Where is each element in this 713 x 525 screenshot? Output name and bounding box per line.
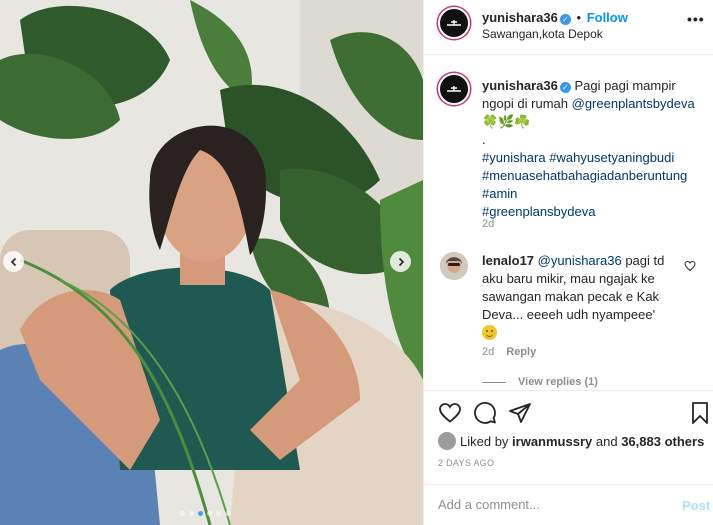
- bookmark-icon: [692, 402, 708, 424]
- caption-mention[interactable]: @greenplantsbydeva: [572, 96, 695, 111]
- author-username[interactable]: yunishara36: [482, 10, 558, 25]
- post-actions: Liked by irwanmussry and 36,883 others 2…: [424, 390, 713, 498]
- likes-prefix: Liked by: [460, 434, 509, 449]
- author-avatar[interactable]: [438, 7, 470, 39]
- heart-icon: [439, 403, 461, 423]
- avatar-logo-icon: [447, 86, 461, 92]
- verified-badge-icon: ✓: [559, 14, 571, 25]
- hashtag[interactable]: #yunishara: [482, 150, 546, 165]
- header-author-line: yunishara36 ✓ • Follow: [482, 10, 628, 25]
- comment-button[interactable]: [473, 401, 497, 425]
- reply-button[interactable]: Reply: [506, 346, 536, 358]
- more-options-button[interactable]: •••: [687, 11, 705, 27]
- heart-outline-icon: [684, 260, 696, 272]
- liker-avatar[interactable]: [438, 432, 456, 450]
- carousel-indicator: [180, 511, 230, 516]
- caption-username[interactable]: yunishara36: [482, 78, 558, 93]
- chevron-left-icon: [10, 257, 16, 266]
- caption-separator: .: [482, 132, 486, 147]
- carousel-prev-button[interactable]: [3, 251, 24, 272]
- comment-meta: 2d Reply: [482, 346, 536, 358]
- caption-author-avatar[interactable]: [438, 73, 470, 105]
- carousel-dot: [216, 511, 221, 516]
- post-details-panel: yunishara36 ✓ • Follow Sawangan,kota Depo…: [423, 0, 713, 525]
- likes-summary: Liked by irwanmussry and 36,883 others: [438, 432, 704, 450]
- carousel-dot: [180, 511, 185, 516]
- like-button[interactable]: [438, 401, 462, 425]
- caption-time[interactable]: 2d: [482, 218, 494, 230]
- hashtag[interactable]: #greenplansbydeva: [482, 204, 595, 219]
- chevron-right-icon: [398, 257, 404, 266]
- share-button[interactable]: [508, 401, 532, 425]
- view-replies-button[interactable]: View replies (1): [482, 376, 598, 388]
- separator-dot: •: [576, 10, 582, 25]
- hashtag[interactable]: #menuasehatbahagiadanberuntung: [482, 168, 687, 183]
- comment-time[interactable]: 2d: [482, 346, 494, 358]
- like-comment-button[interactable]: [684, 259, 696, 277]
- follow-button[interactable]: Follow: [587, 10, 628, 25]
- paper-plane-icon: [509, 403, 531, 423]
- avatar-logo-icon: [447, 20, 461, 26]
- photo-illustration: [0, 0, 423, 525]
- verified-badge-icon: ✓: [559, 82, 571, 93]
- avatar-photo-icon: [440, 252, 468, 280]
- add-comment-bar: Post: [424, 484, 713, 525]
- save-button[interactable]: [688, 401, 712, 425]
- liker-username[interactable]: irwanmussry: [512, 434, 592, 449]
- likes-count[interactable]: 36,883 others: [621, 434, 704, 449]
- comment-text: lenalo17 @yunishara36 pagi td aku baru m…: [482, 252, 682, 342]
- comment-mention[interactable]: @yunishara36: [538, 253, 622, 268]
- carousel-dot: [198, 511, 203, 516]
- post-location[interactable]: Sawangan,kota Depok: [482, 27, 603, 41]
- smiley-emoji-icon: [482, 325, 497, 340]
- likes-conjunction: and: [595, 434, 618, 449]
- caption-text: yunishara36 ✓ Pagi pagi mampir ngopi di r…: [482, 77, 707, 221]
- comments-section: yunishara36 ✓ Pagi pagi mampir ngopi di r…: [424, 56, 713, 390]
- carousel-dot: [225, 511, 230, 516]
- comment-bubble-icon: [474, 402, 496, 424]
- commenter-username[interactable]: lenalo17: [482, 253, 534, 268]
- hashtag[interactable]: #amin: [482, 186, 517, 201]
- carousel-dot: [189, 511, 194, 516]
- carousel-dot: [207, 511, 212, 516]
- post-comment-button[interactable]: Post: [682, 498, 710, 513]
- carousel-next-button[interactable]: [390, 251, 411, 272]
- commenter-avatar[interactable]: [440, 252, 468, 280]
- caption-emojis: 🍀🌿☘️: [482, 114, 531, 129]
- post-date[interactable]: 2 DAYS AGO: [438, 458, 494, 468]
- post-photo[interactable]: [0, 0, 423, 525]
- post-header: yunishara36 ✓ • Follow Sawangan,kota Depo…: [424, 0, 713, 55]
- hashtag[interactable]: #wahyusetyaningbudi: [549, 150, 674, 165]
- add-comment-input[interactable]: [438, 497, 658, 512]
